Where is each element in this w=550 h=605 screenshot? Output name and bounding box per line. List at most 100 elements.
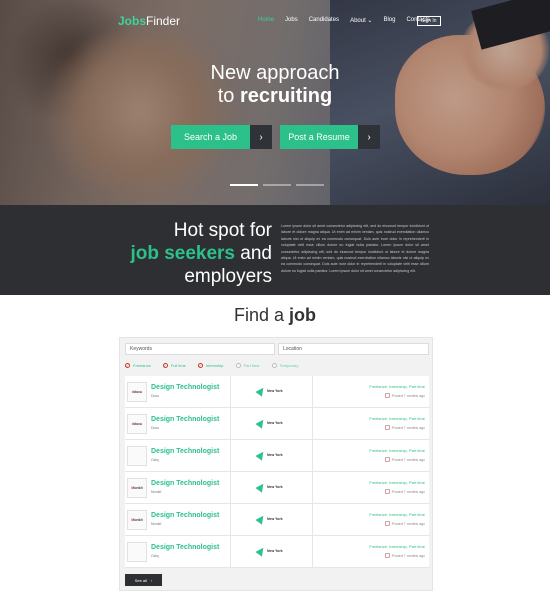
company-logo: Monkit (127, 478, 147, 498)
filter-temporary[interactable]: Temporary (271, 363, 299, 368)
job-info-cell: Design Technologist Ozky (125, 440, 231, 472)
filter-label: Freelance (133, 363, 151, 368)
job-row[interactable]: Design Technologist Ozky New York Freelance… (125, 536, 429, 568)
posted-text: Posted 7 months ago (391, 425, 425, 430)
job-types[interactable]: Freelance, Internship, Part time (369, 416, 425, 421)
job-title-link[interactable]: Design Technologist (151, 544, 219, 551)
see-all-button[interactable]: See all › (125, 574, 162, 586)
job-location: New York (267, 453, 283, 457)
keywords-input[interactable]: Keywords (125, 343, 275, 355)
nav-item-home[interactable]: Home (258, 17, 274, 24)
filter-label: Temporary (279, 363, 299, 368)
job-title-link[interactable]: Design Technologist (151, 416, 219, 423)
job-location: New York (267, 389, 283, 393)
job-posted: Posted 7 months ago (384, 393, 425, 398)
band-heading-green: job seekers (130, 243, 236, 264)
slider-dot-2[interactable] (263, 184, 291, 186)
filter-freelance[interactable]: ✓ Freelance (125, 363, 151, 368)
job-types[interactable]: Freelance, Internship, Part time (369, 384, 425, 389)
job-types[interactable]: Freelance, Internship, Part time (369, 448, 425, 453)
job-title-link[interactable]: Design Technologist (151, 384, 219, 391)
filter-checkbox[interactable]: ✓ (125, 363, 130, 368)
search-job-label: Search a Job (171, 125, 250, 149)
band-heading-line1: Hot spot for (173, 220, 272, 241)
logo-bold: Jobs (118, 14, 147, 28)
hero-title-line1: New approach (210, 62, 340, 84)
filter-internship[interactable]: ✓ Internship (197, 363, 224, 368)
job-types[interactable]: Freelance, Internship, Part time (369, 544, 425, 549)
hero-title-strong: recruiting (240, 85, 333, 107)
post-resume-button[interactable]: Post a Resume › (280, 125, 380, 149)
company-name: Ozky (151, 458, 159, 462)
posted-text: Posted 7 months ago (391, 457, 425, 462)
job-row[interactable]: d docu Design Technologist Docu New York Free… (125, 408, 429, 440)
posted-text: Posted 7 months ago (391, 553, 425, 558)
band-heading-line3: employers (184, 266, 272, 287)
job-posted: Posted 7 months ago (384, 425, 425, 430)
job-type-filters: ✓ Freelance ✓ Full time ✓ Internship Part time… (125, 363, 310, 368)
band-heading-rest: and (235, 243, 272, 264)
filter-label: Internship (205, 363, 224, 368)
main-nav: Home Jobs Candidates About ⌄ Blog Contacts (258, 17, 441, 24)
location-input[interactable]: Location (278, 343, 429, 355)
sign-in-button[interactable]: Sign In (417, 16, 441, 26)
posted-text: Posted 7 months ago (391, 521, 425, 526)
job-title-link[interactable]: Design Technologist (151, 512, 219, 519)
job-search-panel: Keywords Location ✓ Freelance ✓ Full time ✓ I… (119, 337, 433, 591)
see-all-label: See all (134, 577, 147, 583)
filter-checkbox[interactable]: ✓ (197, 363, 203, 368)
filter-part-time[interactable]: Part time (235, 363, 260, 368)
site-logo[interactable]: JobsFinder (118, 14, 180, 28)
company-name: Monkit (151, 490, 162, 494)
calendar-icon (384, 553, 390, 558)
job-location: New York (267, 517, 283, 521)
calendar-icon (384, 489, 390, 494)
job-title-link[interactable]: Design Technologist (151, 448, 219, 455)
job-title-link[interactable]: Design Technologist (151, 480, 219, 487)
band-heading-line2: job seekers and (130, 242, 272, 265)
promo-band: Hot spot for job seekers and employers L… (0, 205, 550, 295)
slider-pagination (230, 184, 324, 186)
filter-full-time[interactable]: ✓ Full time (162, 363, 186, 368)
post-resume-label: Post a Resume (280, 125, 358, 149)
posted-text: Posted 7 months ago (391, 393, 425, 398)
filter-label: Part time (243, 363, 260, 368)
job-row[interactable]: Design Technologist Ozky New York Freelance… (125, 440, 429, 472)
company-name: Docu (151, 426, 160, 430)
nav-item-blog[interactable]: Blog (383, 17, 395, 24)
filter-checkbox[interactable] (271, 363, 277, 368)
job-info-cell: Design Technologist Ozky (125, 536, 231, 568)
hero-title-prefix: to (217, 85, 240, 107)
nav-item-jobs[interactable]: Jobs (285, 17, 298, 24)
job-types[interactable]: Freelance, Internship, Part time (369, 512, 425, 517)
search-job-button[interactable]: Search a Job › (171, 125, 272, 149)
job-posted: Posted 7 months ago (384, 521, 425, 526)
band-paragraph: Lorem ipsum dolor sit amet consectetur a… (281, 224, 429, 273)
slider-dot-1[interactable] (230, 184, 258, 186)
posted-text: Posted 7 months ago (391, 489, 425, 494)
job-row[interactable]: d docu Design Technologist Docu New York Free… (125, 376, 429, 408)
job-posted: Posted 7 months ago (384, 553, 425, 558)
chevron-right-icon: › (358, 125, 380, 149)
filter-checkbox[interactable] (235, 363, 241, 368)
company-logo (127, 446, 147, 466)
job-info-cell: Monkit Design Technologist Monkit (125, 472, 231, 504)
calendar-icon (384, 425, 390, 430)
company-logo: d docu (127, 382, 147, 402)
filter-label: Full time (170, 363, 186, 368)
logo-rest: Finder (146, 14, 181, 28)
job-types[interactable]: Freelance, Internship, Part time (369, 480, 425, 485)
calendar-icon (384, 393, 390, 398)
company-logo: Monkit (127, 510, 147, 530)
nav-item-about[interactable]: About ⌄ (350, 17, 372, 24)
job-posted: Posted 7 months ago (384, 489, 425, 494)
job-row[interactable]: Monkit Design Technologist Monkit New York F… (125, 504, 429, 536)
nav-item-candidates[interactable]: Candidates (309, 17, 339, 24)
job-info-cell: Monkit Design Technologist Monkit (125, 504, 231, 536)
company-name: Docu (151, 394, 160, 398)
hero-section: JobsFinder Home Jobs Candidates About ⌄ Blog… (0, 0, 550, 205)
job-row[interactable]: Monkit Design Technologist Monkit New York F… (125, 472, 429, 504)
slider-dot-3[interactable] (296, 184, 324, 186)
company-logo (127, 542, 147, 562)
filter-checkbox[interactable]: ✓ (162, 363, 168, 368)
